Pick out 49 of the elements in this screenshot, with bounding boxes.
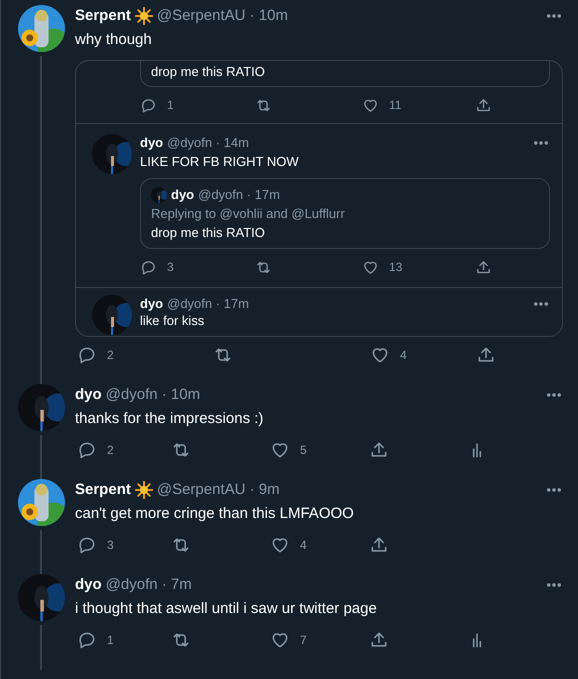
count-label: 13 bbox=[389, 259, 402, 276]
count-label: 2 bbox=[107, 347, 114, 364]
like-icon[interactable] bbox=[270, 535, 290, 555]
reply-icon[interactable] bbox=[77, 535, 97, 555]
handle-and-time: @dyofn · 17m bbox=[198, 186, 280, 204]
count-label: 3 bbox=[107, 537, 114, 554]
count-label: 3 bbox=[167, 259, 174, 276]
handle-and-time: @SerpentAU · 9m bbox=[156, 480, 280, 500]
count-label: 11 bbox=[389, 97, 402, 114]
count-label: 1 bbox=[107, 632, 114, 649]
tweet-text: drop me this RATIO bbox=[151, 224, 266, 242]
tweet-text: LIKE FOR FB RIGHT NOW bbox=[140, 153, 300, 171]
count-label: 5 bbox=[300, 442, 307, 459]
reply-icon[interactable] bbox=[77, 630, 97, 650]
like-icon[interactable] bbox=[270, 440, 290, 460]
author-name: dyo bbox=[75, 384, 102, 405]
tweet-text: drop me this RATIO bbox=[151, 63, 266, 81]
count-label: 4 bbox=[300, 537, 307, 554]
tweet-text: like for kiss bbox=[140, 313, 206, 329]
handle-and-time: @dyofn · 17m bbox=[167, 295, 249, 314]
like-icon[interactable] bbox=[370, 345, 390, 365]
count-label: 1 bbox=[167, 97, 174, 114]
share-icon[interactable] bbox=[475, 258, 492, 276]
tweet-text: thanks for the impressions :) bbox=[75, 409, 264, 429]
handle-and-time: @SerpentAU · 10m bbox=[156, 6, 288, 26]
reply-icon[interactable] bbox=[140, 258, 157, 276]
author-name: dyo bbox=[171, 186, 194, 204]
count-label: 2 bbox=[107, 442, 114, 459]
reply-icon[interactable] bbox=[77, 440, 97, 460]
tweet-text: why though bbox=[75, 30, 153, 50]
replying-to-text: Replying to @vohlii and @Lufflurr bbox=[151, 205, 346, 223]
handle-and-time: @dyofn · 7m bbox=[106, 574, 192, 595]
author-name: dyo bbox=[140, 134, 164, 152]
author-name: Serpent bbox=[75, 6, 131, 26]
like-icon[interactable] bbox=[362, 258, 379, 276]
like-icon[interactable] bbox=[270, 630, 290, 650]
reply-icon[interactable] bbox=[77, 345, 97, 365]
count-label: 4 bbox=[400, 347, 407, 364]
reply-icon[interactable] bbox=[140, 96, 157, 114]
handle-and-time: @dyofn · 10m bbox=[106, 384, 200, 405]
author-name: Serpent bbox=[75, 480, 131, 500]
tweet-text: can't get more cringe than this LMFAOOO bbox=[75, 504, 355, 524]
tweet-text: i thought that aswell until i saw ur twitter page bbox=[75, 599, 378, 619]
count-label: 7 bbox=[300, 632, 307, 649]
author-name: dyo bbox=[140, 295, 164, 314]
like-icon[interactable] bbox=[362, 96, 379, 114]
handle-and-time: @dyofn · 14m bbox=[167, 134, 249, 152]
share-icon[interactable] bbox=[475, 96, 492, 114]
author-name: dyo bbox=[75, 574, 102, 595]
